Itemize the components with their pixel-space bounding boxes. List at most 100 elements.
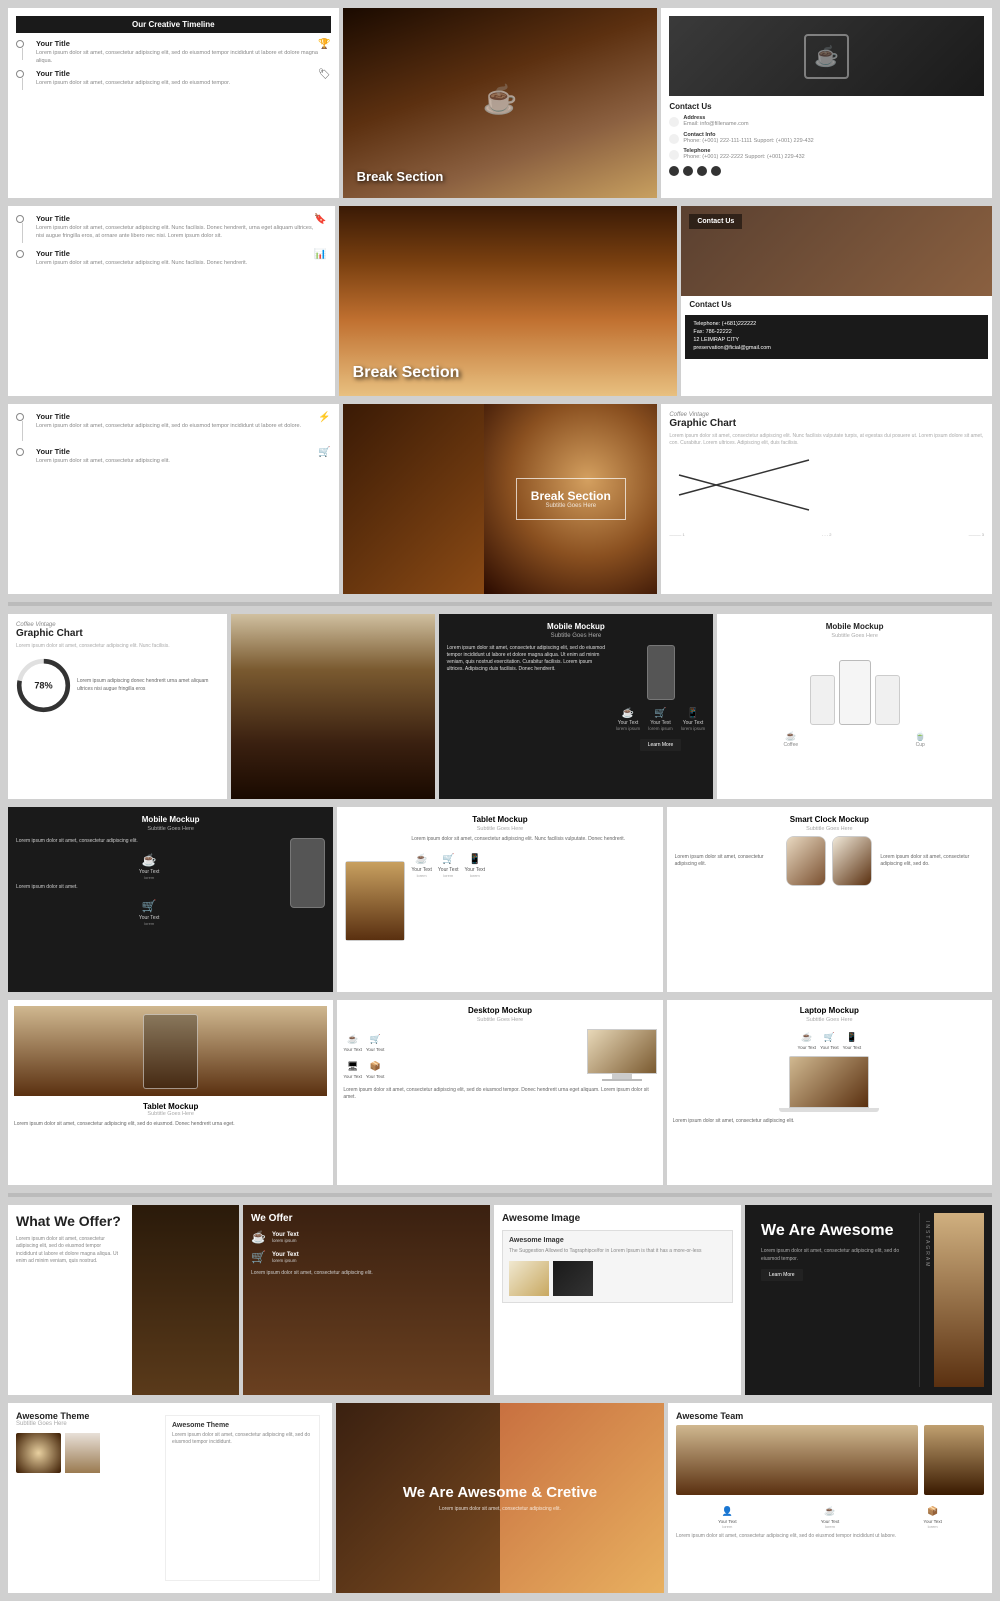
- section-divider-1: [8, 602, 992, 606]
- contact2-fax: Fax: 786-22222: [693, 329, 980, 335]
- tl-dot-2: [16, 70, 24, 78]
- what-offer-left: What We Offer? Lorem ipsum dolor sit ame…: [8, 1205, 132, 1395]
- laptop-sub: Subtitle Goes Here: [673, 1017, 986, 1023]
- contact-phone-row: Contact Info Phone: (+001) 222-111-1111 …: [669, 132, 984, 146]
- awesome-images-row: [509, 1261, 726, 1296]
- slide-timeline-3: Your Title Lorem ipsum dolor sit amet, c…: [8, 404, 339, 594]
- awesome-theme-title: Awesome Theme: [16, 1411, 157, 1421]
- we-offer-title: We Offer: [251, 1213, 482, 1224]
- desktop-icon-3: 🖥 Your Text: [343, 1056, 362, 1079]
- team-icon-sub-1: lorem: [718, 1524, 737, 1529]
- laptop-icon-sym-2: 🛒: [824, 1032, 835, 1042]
- tablet-content: Lorem ipsum dolor sit amet, consectetur …: [345, 836, 654, 966]
- break3-label: Break Section: [531, 489, 611, 503]
- team-icon-1: 👤 Your Text lorem: [718, 1501, 737, 1529]
- phone-3: [875, 675, 900, 725]
- cup-info: 🍵 Cup: [915, 731, 926, 748]
- chart-title: Graphic Chart: [669, 418, 984, 429]
- slide-tablet-2: Tablet Mockup Subtitle Goes Here Lorem i…: [8, 1000, 333, 1185]
- contact2-overlay-label: Contact Us: [689, 214, 742, 229]
- mobile-b-text-2: Lorem ipsum dolor sit amet.: [16, 884, 282, 891]
- slide-what-offer: What We Offer? Lorem ipsum dolor sit ame…: [8, 1205, 239, 1395]
- tab-icon-sub-2: lorem: [438, 873, 459, 878]
- awesome-img-2: [553, 1261, 593, 1296]
- tab-icon-sub-1: lorem: [411, 873, 432, 878]
- team-title: Awesome Team: [676, 1411, 984, 1421]
- desktop-icon-label-1: Your Text: [343, 1047, 362, 1052]
- tl2-text-1: Lorem ipsum dolor sit amet, consectetur …: [36, 225, 314, 240]
- slide-we-are-cretive: We Are Awesome & Cretive Lorem ipsum dol…: [336, 1403, 664, 1593]
- social-icon-4: [711, 166, 721, 176]
- contact-tel-row: Telephone Phone: (+001) 222-2222 Support…: [669, 148, 984, 162]
- phone-icon: [669, 134, 679, 144]
- we-are-btn[interactable]: Learn More: [761, 1269, 803, 1281]
- watch-title: Smart Clock Mockup: [675, 815, 984, 824]
- tl-text-2: Lorem ipsum dolor sit amet, consectetur …: [36, 80, 230, 88]
- mobile-b-icon-1: ☕ Your Text lorem: [16, 851, 282, 880]
- tl2-title-1: Your Title: [36, 214, 314, 223]
- legend-2: - - - 2: [822, 532, 832, 537]
- slide-tablet-mockup: Tablet Mockup Subtitle Goes Here Lorem i…: [337, 807, 662, 992]
- mobile-white-sub: Subtitle Goes Here: [725, 633, 984, 639]
- mobile-white-info: ☕ Coffee 🍵 Cup: [725, 731, 984, 748]
- tablet-screen: [346, 862, 404, 940]
- tab-icon-2: 🛒 Your Text lorem: [438, 849, 459, 878]
- theme-inner-title: Awesome Theme: [172, 1422, 313, 1429]
- what-desc: Lorem ipsum dolor sit amet, consectetur …: [16, 1236, 124, 1266]
- contact-address-text: Address Email: info@fillename.com: [683, 115, 748, 129]
- what-title: What We Offer?: [16, 1213, 124, 1230]
- mobile-b-phone: [290, 838, 325, 908]
- tab-icon-1: ☕ Your Text lorem: [411, 849, 432, 878]
- watch-sub: Subtitle Goes Here: [675, 826, 984, 832]
- watch-screen-1: [787, 837, 825, 885]
- tablet-device: [345, 861, 405, 941]
- desktop-base: [602, 1079, 642, 1081]
- break3-sub: Subtitle Goes Here: [531, 503, 611, 509]
- mobile-b-icon-sub-2: lorem: [16, 921, 282, 926]
- slide-smartwatch-mockup: Smart Clock Mockup Subtitle Goes Here Lo…: [667, 807, 992, 992]
- contact2-img: Contact Us: [681, 206, 992, 296]
- laptop-screen: [789, 1056, 869, 1108]
- donut-wrap: 78% Lorem ipsum adipiscing donec hendrer…: [16, 658, 219, 713]
- awesome-theme-content: Awesome Theme Subtitle Goes Here Awesome…: [16, 1411, 324, 1585]
- svg-text:78%: 78%: [34, 681, 52, 691]
- contact2-telephone: Telephone: (+681)222222: [693, 321, 980, 327]
- tablet2-sub: Subtitle Goes Here: [14, 1111, 327, 1117]
- icon-sym-3: 📱: [681, 708, 706, 719]
- mobile-b-title: Mobile Mockup: [16, 815, 325, 824]
- tl-dot: [16, 40, 24, 48]
- mobile-b-text-1: Lorem ipsum dolor sit amet, consectetur …: [16, 838, 282, 845]
- phone-mockup: [647, 645, 675, 700]
- cup-icon: ☕: [814, 44, 839, 69]
- offer-sub-2: lorem ipsum: [272, 1258, 299, 1263]
- laptop-icon-sym-1: ☕: [801, 1032, 812, 1042]
- social-icons-row: [669, 166, 984, 176]
- awesome-img-1: [509, 1261, 549, 1296]
- section-divider-2: [8, 1193, 992, 1197]
- chart-desc: Lorem ipsum dolor sit amet, consectetur …: [669, 433, 984, 447]
- cretive-text-block: We Are Awesome & Cretive Lorem ipsum dol…: [403, 1484, 597, 1513]
- team-icons: 👤 Your Text lorem ☕ Your Text lorem 📦 Yo…: [676, 1501, 984, 1529]
- desktop-desc: Lorem ipsum dolor sit amet, consectetur …: [343, 1087, 656, 1101]
- learn-more-btn[interactable]: Learn More: [640, 739, 682, 751]
- offer-sub-1: lorem ipsum: [272, 1238, 299, 1243]
- phone-1: [810, 675, 835, 725]
- team-icon-sub-2: lorem: [821, 1524, 840, 1529]
- break-label-1: Break Section: [357, 169, 444, 184]
- slide-mobile-mockup-dark: Mobile Mockup Subtitle Goes Here Lorem i…: [439, 614, 714, 799]
- laptop-icons: ☕ Your Text 🛒 Your Text 📱 Your Text: [673, 1027, 986, 1050]
- espresso-icon: ☕: [142, 853, 157, 867]
- tl3-title-1: Your Title: [36, 412, 318, 421]
- slide-timeline-2: Your Title Lorem ipsum dolor sit amet, c…: [8, 206, 335, 396]
- icon-sub-1: lorem ipsum: [616, 726, 641, 731]
- legend-3: ——— 3: [969, 532, 984, 537]
- offer-icon-1: ☕: [251, 1230, 266, 1244]
- team-icon-sym-3: 📦: [927, 1506, 938, 1516]
- mobile-mockup-sub: Subtitle Goes Here: [447, 633, 706, 639]
- tablet2-img: [14, 1006, 327, 1096]
- donut-desc: Lorem ipsum dolor sit amet, consectetur …: [16, 643, 219, 650]
- row-7: What We Offer? Lorem ipsum dolor sit ame…: [8, 1205, 992, 1395]
- slide-awesome-theme: Awesome Theme Subtitle Goes Here Awesome…: [8, 1403, 332, 1593]
- slide-break-1: ☕ Break Section: [343, 8, 658, 198]
- mobile-b-icon-2: 🛒 Your Text lorem: [16, 897, 282, 926]
